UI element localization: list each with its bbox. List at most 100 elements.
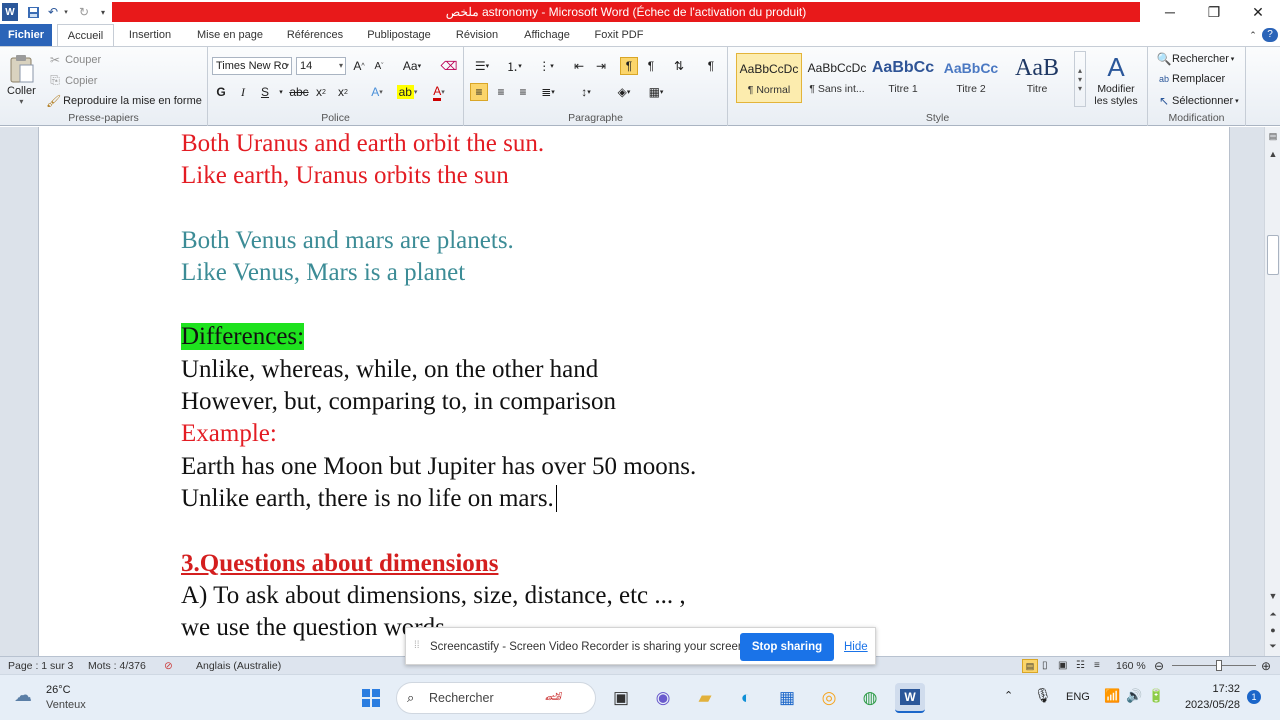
strikethrough-icon[interactable]: abc xyxy=(289,83,308,101)
tab-review[interactable]: Révision xyxy=(450,24,504,46)
word-taskbar-icon[interactable]: W xyxy=(895,683,925,713)
clock-time[interactable]: 17:32 xyxy=(1196,683,1240,695)
drag-handle-icon[interactable]: ⁞⁞ xyxy=(414,640,420,651)
ltr-icon[interactable]: ¶ xyxy=(620,57,638,75)
redo-icon[interactable]: ↻ xyxy=(76,3,92,21)
shrink-font-icon[interactable]: Aˇ xyxy=(370,57,388,75)
paste-icon[interactable] xyxy=(6,51,38,87)
next-page-icon[interactable]: ⏷ xyxy=(1265,641,1280,652)
task-view-icon[interactable]: ▣ xyxy=(606,683,636,713)
print-layout-icon[interactable]: ▤ xyxy=(1022,659,1038,673)
previous-page-icon[interactable]: ⏶ xyxy=(1265,609,1280,620)
scroll-down-icon[interactable]: ▼ xyxy=(1265,591,1280,601)
close-button[interactable]: ✕ xyxy=(1236,0,1280,24)
paste-button[interactable]: Coller ▾ xyxy=(7,85,36,106)
scroll-thumb[interactable] xyxy=(1267,235,1279,275)
volume-icon[interactable]: 🔊 xyxy=(1126,688,1142,704)
doc-line[interactable]: Like earth, Uranus orbits the sun xyxy=(181,161,509,191)
edge-icon[interactable]: ◐ xyxy=(731,683,761,713)
font-size-combo[interactable]: 14 ▾ xyxy=(296,57,346,75)
style-heading-1[interactable]: AaBbCc Titre 1 xyxy=(870,53,936,103)
doc-line[interactable]: 3.Questions about dimensions xyxy=(181,549,498,579)
microphone-icon[interactable]: 🎙 xyxy=(1034,687,1052,704)
doc-line[interactable]: Example: xyxy=(181,419,277,449)
undo-dropdown-icon[interactable]: ▾ xyxy=(62,3,70,21)
stop-sharing-button[interactable]: Stop sharing xyxy=(740,633,834,661)
page-count[interactable]: Page : 1 sur 3 xyxy=(8,657,73,675)
line-spacing-icon[interactable]: ↕ ▾ xyxy=(574,83,598,101)
outline-icon[interactable]: ☷ xyxy=(1076,657,1085,675)
doc-line[interactable]: Differences: xyxy=(181,322,305,352)
increase-indent-icon[interactable]: ⇥ xyxy=(592,57,610,75)
style-normal[interactable]: AaBbCcDc ¶ Normal xyxy=(736,53,802,103)
select-button[interactable]: ↖ Sélectionner ▾ xyxy=(1156,94,1239,108)
replace-button[interactable]: ab Remplacer xyxy=(1156,73,1225,85)
windows-start-icon[interactable] xyxy=(356,683,386,713)
battery-icon[interactable]: 🔋 xyxy=(1148,688,1164,704)
ruler-toggle-icon[interactable]: ▤ xyxy=(1265,131,1280,142)
wifi-icon[interactable]: 📶 xyxy=(1104,688,1120,704)
zoom-slider[interactable] xyxy=(1172,657,1256,675)
draft-icon[interactable]: ≡ xyxy=(1094,657,1100,675)
font-color-icon[interactable]: A ▾ xyxy=(426,83,452,101)
doc-line[interactable]: Unlike, whereas, while, on the other han… xyxy=(181,355,598,385)
scroll-up-icon[interactable]: ▲ xyxy=(1265,149,1280,159)
clear-format-icon[interactable]: ⌫ xyxy=(440,57,458,75)
show-marks-icon[interactable]: ¶ xyxy=(702,57,720,75)
vertical-scrollbar[interactable]: ▤ ▲ ▼ ⏶ ● ⏷ xyxy=(1264,127,1280,656)
doc-line[interactable]: Both Uranus and earth orbit the sun. xyxy=(181,129,544,159)
doc-line[interactable]: Earth has one Moon but Jupiter has over … xyxy=(181,452,696,482)
tab-foxit[interactable]: Foxit PDF xyxy=(588,24,650,46)
minimize-button[interactable]: ─ xyxy=(1148,0,1192,24)
file-explorer-icon[interactable]: ▰ xyxy=(690,683,720,713)
doc-line[interactable]: Like Venus, Mars is a planet xyxy=(181,258,465,288)
align-left-icon[interactable]: ≡ xyxy=(470,83,488,101)
store-icon[interactable]: ▦ xyxy=(772,683,802,713)
weather-icon[interactable]: ☁ xyxy=(14,685,32,706)
input-language[interactable]: ENG xyxy=(1066,691,1090,703)
style-title[interactable]: AaB Titre xyxy=(1004,53,1070,103)
align-right-icon[interactable]: ≡ xyxy=(514,83,532,101)
italic-icon[interactable]: I xyxy=(234,83,252,101)
show-hidden-icons-icon[interactable]: ⌃ xyxy=(1004,689,1013,702)
tab-mailings[interactable]: Publipostage xyxy=(360,24,438,46)
doc-line[interactable]: However, but, comparing to, in compariso… xyxy=(181,387,616,417)
decrease-indent-icon[interactable]: ⇤ xyxy=(570,57,588,75)
change-styles-button[interactable]: A Modifier les styles xyxy=(1090,51,1142,107)
find-button[interactable]: 🔍 Rechercher ▾ xyxy=(1156,52,1235,66)
style-no-spacing[interactable]: AaBbCcDc ¶ Sans int... xyxy=(804,53,870,103)
minimize-ribbon-icon[interactable]: ⌃ xyxy=(1246,24,1260,46)
superscript-icon[interactable]: x2 xyxy=(334,83,352,101)
sort-icon[interactable]: ⇅ xyxy=(670,57,688,75)
proofing-icon[interactable]: ⊘ xyxy=(164,657,173,675)
help-icon[interactable]: ? xyxy=(1262,28,1278,42)
copy-button[interactable]: ⎘ Copier xyxy=(48,73,97,88)
full-screen-icon[interactable]: ▯ xyxy=(1042,657,1048,675)
justify-icon[interactable]: ≣ ▾ xyxy=(536,83,560,101)
doc-line[interactable]: A) To ask about dimensions, size, distan… xyxy=(181,581,686,611)
multilevel-list-icon[interactable]: ⋮ ▾ xyxy=(534,57,558,75)
zoom-level[interactable]: 160 % xyxy=(1116,657,1146,675)
doc-line[interactable]: Unlike earth, there is no life on mars. xyxy=(181,484,564,514)
tab-file[interactable]: Fichier xyxy=(0,24,52,46)
bullets-icon[interactable]: ☰ ▾ xyxy=(470,57,494,75)
weather-temp[interactable]: 26°C xyxy=(46,684,71,696)
styles-scroll[interactable]: ▴ ▾ ▾ xyxy=(1074,51,1086,107)
language[interactable]: Anglais (Australie) xyxy=(196,657,281,675)
teams-icon[interactable]: ◉ xyxy=(648,683,678,713)
zoom-slider-thumb[interactable] xyxy=(1216,660,1222,671)
taskbar-search[interactable]: ⌕ Rechercher 🏎 xyxy=(396,682,596,714)
tab-insert[interactable]: Insertion xyxy=(122,24,178,46)
tab-view[interactable]: Affichage xyxy=(516,24,578,46)
cut-button[interactable]: ✂ Couper xyxy=(48,53,101,67)
document-page[interactable]: Both Uranus and earth orbit the sun. Lik… xyxy=(38,127,1230,656)
text-effects-icon[interactable]: A ▾ xyxy=(364,83,390,101)
weather-desc[interactable]: Venteux xyxy=(46,699,86,711)
undo-icon[interactable]: ↶ xyxy=(46,3,60,21)
hide-link[interactable]: Hide xyxy=(844,628,868,666)
word-logo-icon[interactable]: W xyxy=(2,3,18,21)
format-painter-button[interactable]: 🖌 Reproduire la mise en forme xyxy=(46,94,202,108)
zoom-in-icon[interactable]: ⊕ xyxy=(1261,657,1271,675)
align-center-icon[interactable]: ≡ xyxy=(492,83,510,101)
customize-qat-icon[interactable]: ▾ xyxy=(98,3,108,21)
